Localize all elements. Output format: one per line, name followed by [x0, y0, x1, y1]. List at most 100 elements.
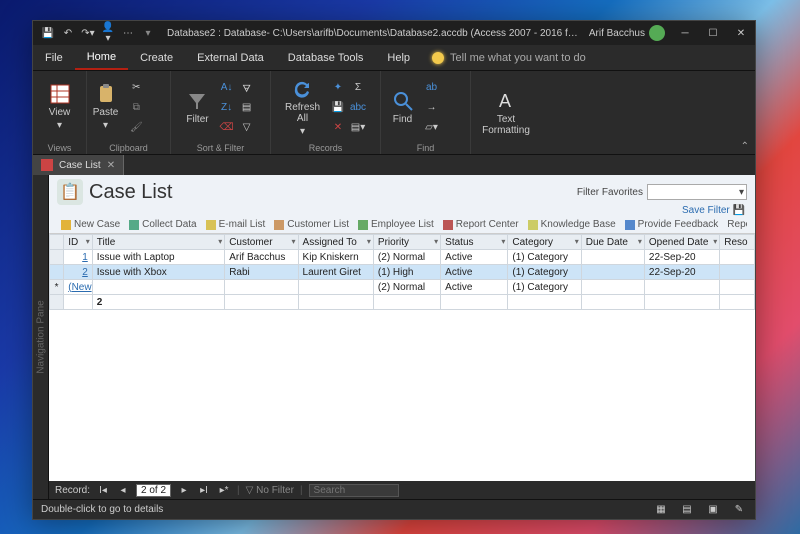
table-row-selected[interactable]: 2 Issue with Xbox Rabi Laurent Giret (1)…	[50, 265, 755, 280]
col-id[interactable]: ID▾	[64, 235, 93, 250]
table-row[interactable]: 1 Issue with Laptop Arif Bacchus Kip Kni…	[50, 250, 755, 265]
sort-desc-icon[interactable]: Z↓	[219, 99, 235, 115]
cell-priority[interactable]: (1) High	[373, 265, 440, 280]
link-employee-list[interactable]: Employee List	[354, 218, 438, 231]
more-records-icon[interactable]: ▤▾	[350, 119, 366, 135]
cell-category[interactable]: (1) Category	[508, 250, 581, 265]
selection-filter-icon[interactable]: 🜃	[239, 79, 255, 95]
row-selector-new[interactable]: *	[50, 280, 64, 295]
tab-database-tools[interactable]: Database Tools	[276, 45, 376, 70]
maximize-button[interactable]: ☐	[699, 21, 727, 45]
close-tab-icon[interactable]: ✕	[107, 160, 115, 171]
table-row-new[interactable]: * (New) (2) Normal Active (1) Category	[50, 280, 755, 295]
view-button[interactable]: View▾	[49, 83, 71, 131]
cell-category[interactable]: (1) Category	[508, 265, 581, 280]
cell-title[interactable]: Issue with Laptop	[92, 250, 224, 265]
col-due-date[interactable]: Due Date▾	[581, 235, 644, 250]
row-selector-header[interactable]	[50, 235, 64, 250]
goto-icon[interactable]: →	[424, 99, 440, 115]
col-customer[interactable]: Customer▾	[225, 235, 298, 250]
link-new-case[interactable]: New Case	[57, 218, 124, 231]
refresh-all-button[interactable]: Refresh All▾	[285, 78, 320, 137]
cell-due[interactable]	[581, 265, 644, 280]
copy-icon[interactable]: ⧉	[128, 99, 144, 115]
row-selector[interactable]	[50, 265, 64, 280]
form-view-icon[interactable]: ▦	[653, 504, 669, 515]
col-resolved[interactable]: Reso	[720, 235, 755, 250]
next-record-button[interactable]: ▸	[177, 485, 191, 496]
cell-category[interactable]: (1) Category	[508, 280, 581, 295]
link-report-center[interactable]: Report Center	[439, 218, 523, 231]
save-record-icon[interactable]: 💾	[330, 99, 346, 115]
datasheet-grid[interactable]: ID▾ Title▾ Customer▾ Assigned To▾ Priori…	[49, 234, 755, 481]
link-collect-data[interactable]: Collect Data	[125, 218, 200, 231]
layout-view-icon[interactable]: ▣	[705, 504, 721, 515]
link-customer-list[interactable]: Customer List	[270, 218, 353, 231]
cell-status[interactable]: Active	[441, 265, 508, 280]
navigation-pane-collapsed[interactable]: Navigation Pane	[33, 175, 49, 499]
format-painter-icon[interactable]: 🖌	[128, 119, 144, 135]
design-view-icon[interactable]: ✎	[731, 504, 747, 515]
spelling-icon[interactable]: abc	[350, 99, 366, 115]
cell-opened[interactable]: 22-Sep-20	[644, 265, 719, 280]
datasheet-view-icon[interactable]: ▤	[679, 504, 695, 515]
advanced-filter-icon[interactable]: ▤	[239, 99, 255, 115]
save-icon[interactable]: 💾	[41, 28, 55, 39]
new-record-button[interactable]: ▸*	[217, 485, 231, 496]
prev-record-button[interactable]: ◂	[116, 485, 130, 496]
col-opened-date[interactable]: Opened Date▾	[644, 235, 719, 250]
cell-assigned[interactable]: Kip Kniskern	[298, 250, 373, 265]
link-provide-feedback[interactable]: Provide Feedback	[621, 218, 723, 231]
col-category[interactable]: Category▾	[508, 235, 581, 250]
user-icon[interactable]: 👤▾	[101, 22, 115, 44]
cut-icon[interactable]: ✂	[128, 79, 144, 95]
col-assigned-to[interactable]: Assigned To▾	[298, 235, 373, 250]
save-filter-icon[interactable]: 💾	[733, 205, 745, 216]
tell-me[interactable]: Tell me what you want to do	[422, 45, 596, 70]
replace-icon[interactable]: ab	[424, 79, 440, 95]
tab-help[interactable]: Help	[375, 45, 422, 70]
totals-icon[interactable]: Σ	[350, 79, 366, 95]
cell-priority[interactable]: (2) Normal	[373, 280, 440, 295]
cell-id[interactable]: 2	[64, 265, 93, 280]
cell-customer[interactable]: Arif Bacchus	[225, 250, 298, 265]
first-record-button[interactable]: I◂	[96, 485, 110, 496]
toggle-filter-icon[interactable]: ▽	[239, 119, 255, 135]
tab-create[interactable]: Create	[128, 45, 185, 70]
redo-icon[interactable]: ↷▾	[81, 28, 95, 39]
filter-favorites-combo[interactable]: ▾	[647, 184, 747, 200]
account-area[interactable]: Arif Bacchus	[583, 25, 671, 41]
record-position[interactable]: 2 of 2	[136, 484, 171, 497]
cell-priority[interactable]: (2) Normal	[373, 250, 440, 265]
link-email-list[interactable]: E-mail List	[202, 218, 270, 231]
col-priority[interactable]: Priority▾	[373, 235, 440, 250]
save-filter-link[interactable]: Save Filter	[682, 205, 730, 216]
cell-id-new[interactable]: (New)	[64, 280, 93, 295]
tab-external-data[interactable]: External Data	[185, 45, 276, 70]
paste-button[interactable]: Paste▾	[93, 83, 119, 131]
cell-opened[interactable]: 22-Sep-20	[644, 250, 719, 265]
cell-id[interactable]: 1	[64, 250, 93, 265]
qat-more-icon[interactable]: ⋯	[121, 28, 135, 39]
tab-home[interactable]: Home	[75, 45, 128, 70]
qat-customize-icon[interactable]: ▾	[141, 28, 155, 39]
minimize-button[interactable]: ─	[671, 21, 699, 45]
object-tab-case-list[interactable]: Case List ✕	[33, 155, 124, 175]
remove-sort-icon[interactable]: ⌫	[219, 119, 235, 135]
cell-customer[interactable]: Rabi	[225, 265, 298, 280]
filter-button[interactable]: Filter	[186, 90, 208, 125]
cell-due[interactable]	[581, 250, 644, 265]
select-icon[interactable]: ▱▾	[424, 119, 440, 135]
new-record-icon[interactable]: ✦	[330, 79, 346, 95]
delete-record-icon[interactable]: ✕	[330, 119, 346, 135]
text-formatting-button[interactable]: A Text Formatting	[482, 90, 530, 136]
row-selector[interactable]	[50, 250, 64, 265]
undo-icon[interactable]: ↶	[61, 28, 75, 39]
cell-title[interactable]: Issue with Xbox	[92, 265, 224, 280]
record-search-input[interactable]	[309, 484, 399, 497]
cell-status[interactable]: Active	[441, 280, 508, 295]
link-knowledge-base[interactable]: Knowledge Base	[524, 218, 620, 231]
last-record-button[interactable]: ▸I	[197, 485, 211, 496]
filter-indicator[interactable]: ▽ No Filter	[246, 485, 294, 496]
col-status[interactable]: Status▾	[441, 235, 508, 250]
